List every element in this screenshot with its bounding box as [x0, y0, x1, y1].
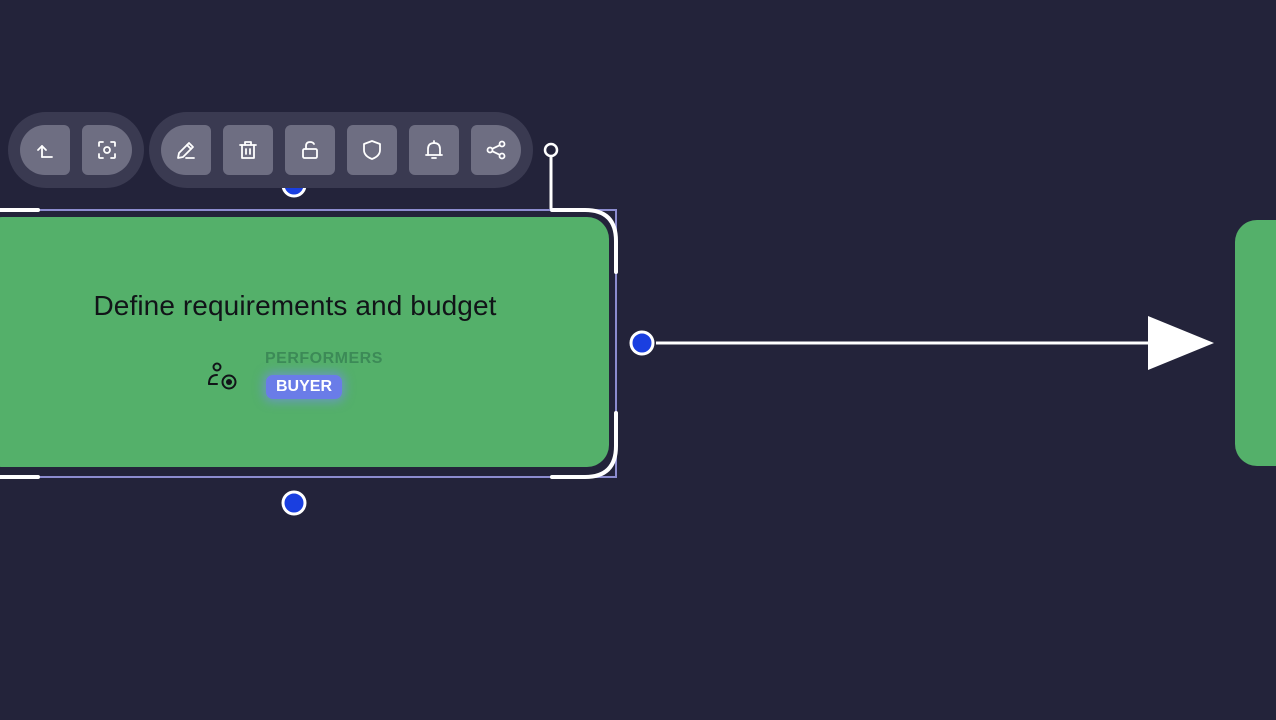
permissions-button[interactable] [347, 125, 397, 175]
trash-icon [239, 141, 257, 159]
unlock-icon [302, 141, 318, 159]
handles-layer [281, 172, 655, 516]
performers-label: PERFORMERS [265, 350, 383, 367]
focus-icon [98, 141, 116, 159]
bell-icon [425, 140, 443, 159]
role-badge[interactable]: BUYER [266, 375, 343, 399]
shield-icon [363, 140, 381, 160]
pencil-icon [177, 142, 195, 159]
node-title[interactable]: Define requirements and budget [0, 290, 590, 322]
go-to-parent-button[interactable] [20, 125, 70, 175]
delete-button[interactable] [223, 125, 273, 175]
handle-bottom[interactable] [281, 490, 307, 516]
navigation-toolbar [8, 112, 144, 188]
handle-right[interactable] [629, 330, 655, 356]
share-icon [486, 140, 506, 160]
next-process-node[interactable] [1235, 220, 1276, 466]
node-actions-toolbar [149, 112, 533, 188]
unlock-button[interactable] [285, 125, 335, 175]
share-button[interactable] [471, 125, 521, 175]
arrow-up-left-icon [37, 145, 53, 158]
edit-button[interactable] [161, 125, 211, 175]
notifications-button[interactable] [409, 125, 459, 175]
focus-button[interactable] [82, 125, 132, 175]
performer-icon [208, 362, 237, 390]
